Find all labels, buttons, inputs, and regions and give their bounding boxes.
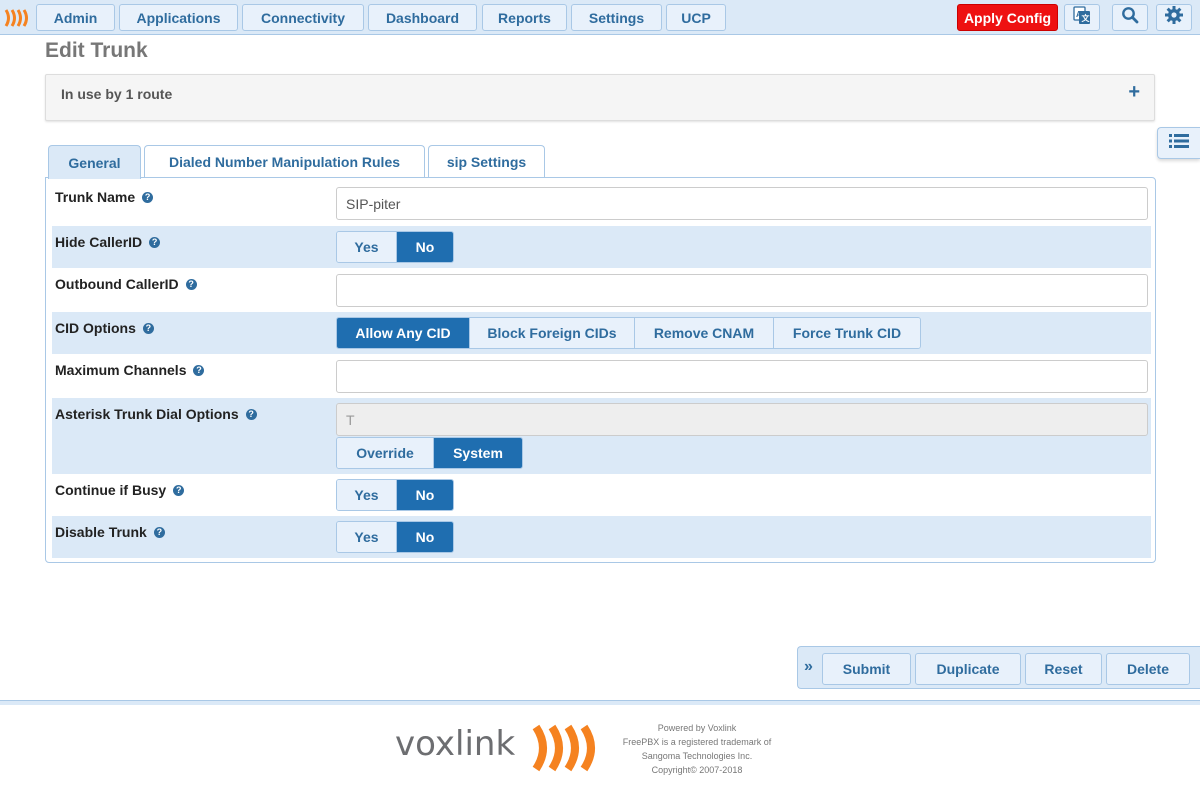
tab-dialed-number-manipulation-rules[interactable]: Dialed Number Manipulation Rules [144, 145, 425, 178]
disable-trunk-yes[interactable]: Yes [337, 522, 397, 552]
dial-options-label: Asterisk Trunk Dial Options ? [55, 406, 257, 422]
help-icon[interactable]: ? [153, 526, 165, 538]
cid-allow-any[interactable]: Allow Any CID [337, 318, 470, 348]
page-title: Edit Trunk [45, 39, 148, 62]
reset-button[interactable]: Reset [1025, 653, 1102, 685]
usage-text: In use by 1 route [61, 86, 173, 102]
settings-button[interactable] [1156, 4, 1192, 31]
trunk-name-label: Trunk Name ? [55, 189, 154, 205]
row-dial-options: Asterisk Trunk Dial Options ? Override S… [52, 398, 1151, 474]
dial-options-input [336, 403, 1148, 436]
help-icon[interactable]: ? [185, 278, 197, 290]
disable-trunk-no[interactable]: No [397, 522, 453, 552]
nav-ucp[interactable]: UCP [666, 4, 726, 31]
gear-icon [1164, 5, 1184, 30]
tab-sip-settings[interactable]: sip Settings [428, 145, 545, 178]
row-trunk-name: Trunk Name ? [52, 178, 1151, 226]
row-continue-if-busy: Continue if Busy ? Yes No [52, 474, 1151, 516]
submit-button[interactable]: Submit [822, 653, 911, 685]
row-disable-trunk: Disable Trunk ? Yes No [52, 516, 1151, 558]
help-icon[interactable]: ? [173, 484, 185, 496]
nav-dashboard[interactable]: Dashboard [368, 4, 477, 31]
maximum-channels-input[interactable] [336, 360, 1148, 393]
continue-if-busy-label: Continue if Busy ? [55, 482, 185, 498]
list-icon [1169, 133, 1189, 154]
cid-options-toggle: Allow Any CID Block Foreign CIDs Remove … [336, 317, 921, 349]
help-icon[interactable]: ? [142, 322, 154, 334]
cid-force-trunk[interactable]: Force Trunk CID [774, 318, 920, 348]
trademark-text: FreePBX is a registered trademark of [622, 737, 772, 747]
dial-options-override[interactable]: Override [337, 438, 434, 468]
maximum-channels-label: Maximum Channels ? [55, 362, 205, 378]
nav-settings[interactable]: Settings [571, 4, 662, 31]
help-icon[interactable]: ? [245, 408, 257, 420]
voxlink-logo-text: voxlink [395, 724, 516, 764]
nav-applications[interactable]: Applications [119, 4, 238, 31]
search-icon [1121, 6, 1139, 29]
dial-options-system[interactable]: System [434, 438, 522, 468]
disable-trunk-label: Disable Trunk ? [55, 524, 165, 540]
voxlink-logo-icon [530, 721, 608, 780]
powered-by-text: Powered by Voxlink [657, 723, 737, 733]
cid-remove-cnam[interactable]: Remove CNAM [635, 318, 774, 348]
general-form: Trunk Name ? Hide CallerID ? Yes No Outb… [45, 177, 1156, 563]
outbound-callerid-label: Outbound CallerID ? [55, 276, 197, 292]
hide-callerid-yes[interactable]: Yes [337, 232, 397, 262]
side-menu-toggle[interactable] [1157, 127, 1200, 159]
tab-general[interactable]: General [48, 145, 141, 179]
hide-callerid-no[interactable]: No [397, 232, 453, 262]
hide-callerid-label: Hide CallerID ? [55, 234, 161, 250]
help-icon[interactable]: ? [142, 191, 154, 203]
continue-if-busy-no[interactable]: No [397, 480, 453, 510]
nav-admin[interactable]: Admin [36, 4, 115, 31]
help-icon[interactable]: ? [193, 364, 205, 376]
language-icon: A 文 [1072, 5, 1092, 30]
apply-config-button[interactable]: Apply Config [957, 4, 1058, 31]
search-button[interactable] [1112, 4, 1148, 31]
language-button[interactable]: A 文 [1064, 4, 1100, 31]
trunk-name-input[interactable] [336, 187, 1148, 220]
delete-button[interactable]: Delete [1106, 653, 1190, 685]
outbound-callerid-input[interactable] [336, 274, 1148, 307]
collapse-action-bar-icon[interactable]: » [804, 658, 813, 676]
footer-divider [0, 700, 1200, 705]
dial-options-toggle: Override System [336, 437, 523, 469]
usage-panel[interactable]: In use by 1 route + [45, 74, 1155, 121]
cid-block-foreign[interactable]: Block Foreign CIDs [470, 318, 635, 348]
hide-callerid-toggle: Yes No [336, 231, 454, 263]
svg-text:文: 文 [1082, 13, 1091, 23]
company-text: Sangoma Technologies Inc. [641, 751, 753, 761]
nav-connectivity[interactable]: Connectivity [242, 4, 364, 31]
continue-if-busy-toggle: Yes No [336, 479, 454, 511]
disable-trunk-toggle: Yes No [336, 521, 454, 553]
top-navbar: Admin Applications Connectivity Dashboar… [0, 0, 1200, 35]
row-maximum-channels: Maximum Channels ? [52, 354, 1151, 398]
expand-plus-icon[interactable]: + [1128, 81, 1140, 104]
footer-info: Powered by Voxlink FreePBX is a register… [612, 721, 782, 777]
freepbx-logo-icon[interactable] [4, 8, 32, 33]
action-bar: » Submit Duplicate Reset Delete [797, 646, 1200, 689]
row-hide-callerid: Hide CallerID ? Yes No [52, 226, 1151, 268]
nav-reports[interactable]: Reports [482, 4, 567, 31]
duplicate-button[interactable]: Duplicate [915, 653, 1021, 685]
continue-if-busy-yes[interactable]: Yes [337, 480, 397, 510]
row-outbound-callerid: Outbound CallerID ? [52, 268, 1151, 312]
row-cid-options: CID Options ? Allow Any CID Block Foreig… [52, 312, 1151, 354]
cid-options-label: CID Options ? [55, 320, 154, 336]
help-icon[interactable]: ? [149, 236, 161, 248]
copyright-text: Copyright© 2007-2018 [651, 765, 743, 775]
